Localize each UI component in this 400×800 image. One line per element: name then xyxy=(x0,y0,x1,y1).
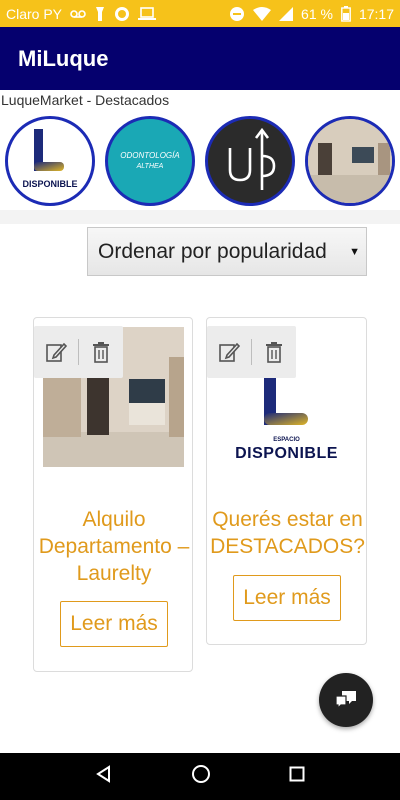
app-title: MiLuque xyxy=(18,45,109,71)
trash-icon xyxy=(266,342,282,363)
story-disponible[interactable]: DISPONIBLE xyxy=(5,116,95,206)
signal-icon xyxy=(279,6,294,21)
sync-icon xyxy=(114,6,130,22)
story-sublabel: ALTHEA xyxy=(136,163,164,170)
divider xyxy=(0,210,400,224)
image-caption-big: DISPONIBLE xyxy=(235,445,338,462)
recents-button[interactable] xyxy=(289,766,305,787)
carrier-label: Claro PY xyxy=(6,5,63,22)
card-toolbar xyxy=(207,326,296,378)
back-icon xyxy=(96,765,110,783)
back-button[interactable] xyxy=(95,765,113,788)
wifi-icon xyxy=(253,6,272,21)
story-apartment[interactable] xyxy=(305,116,395,206)
system-nav-bar xyxy=(0,753,400,800)
story-label: ODONTOLOGÍA xyxy=(120,151,180,160)
status-bar: Claro PY 61 % 17:17 xyxy=(0,0,400,27)
battery-icon xyxy=(341,5,351,22)
title-line: Laurelty xyxy=(76,562,152,585)
recents-icon xyxy=(289,766,305,782)
clock: 17:17 xyxy=(358,5,394,22)
listing-card[interactable]: Alquilo Departamento – Laurelty Leer más xyxy=(33,317,193,672)
sort-selected-value: Ordenar por popularidad xyxy=(98,239,327,263)
story-label: DISPONIBLE xyxy=(22,179,78,189)
title-line: DESTACADOS? xyxy=(210,535,365,558)
battery-percent: 61 % xyxy=(301,5,333,22)
edit-button[interactable] xyxy=(34,326,78,378)
apartment-photo-icon xyxy=(308,119,392,203)
edit-button[interactable] xyxy=(207,326,251,378)
disponible-logo-icon xyxy=(34,129,64,171)
title-line: Alquilo xyxy=(82,508,146,531)
story-up[interactable] xyxy=(205,116,295,206)
laptop-icon xyxy=(138,6,157,21)
dropdown-arrow-icon: ▼ xyxy=(349,246,360,258)
delete-button[interactable] xyxy=(79,326,123,378)
delete-button[interactable] xyxy=(252,326,296,378)
dnd-icon xyxy=(229,6,245,22)
card-toolbar xyxy=(34,326,123,378)
title-line: Departamento – xyxy=(38,535,190,558)
edit-icon xyxy=(46,342,67,362)
image-caption-small: ESPACIO xyxy=(273,437,300,443)
listing-title[interactable]: Alquilo Departamento – Laurelty xyxy=(34,506,194,587)
up-logo-icon xyxy=(228,127,276,190)
read-more-button[interactable]: Leer más xyxy=(233,575,341,621)
trash-icon xyxy=(93,342,109,363)
sort-select[interactable]: Ordenar por popularidad ▼ xyxy=(87,227,367,276)
edit-icon xyxy=(219,342,240,362)
chat-icon xyxy=(335,691,356,710)
listing-card[interactable]: ESPACIO DISPONIBLE Querés estar en DESTA… xyxy=(206,317,367,645)
story-odontologia[interactable]: ODONTOLOGÍA ALTHEA xyxy=(105,116,195,206)
home-icon xyxy=(192,765,210,783)
chat-button[interactable] xyxy=(319,673,373,727)
torch-icon xyxy=(94,6,106,22)
voicemail-icon xyxy=(70,9,86,19)
read-more-button[interactable]: Leer más xyxy=(60,601,168,647)
app-bar: MiLuque xyxy=(0,27,400,90)
featured-title: LuqueMarket - Destacados xyxy=(1,92,170,108)
home-button[interactable] xyxy=(191,764,211,789)
title-line: Querés estar en xyxy=(212,508,363,531)
listing-title[interactable]: Querés estar en DESTACADOS? xyxy=(207,506,368,560)
featured-carousel[interactable]: DISPONIBLE ODONTOLOGÍA ALTHEA xyxy=(0,110,400,210)
